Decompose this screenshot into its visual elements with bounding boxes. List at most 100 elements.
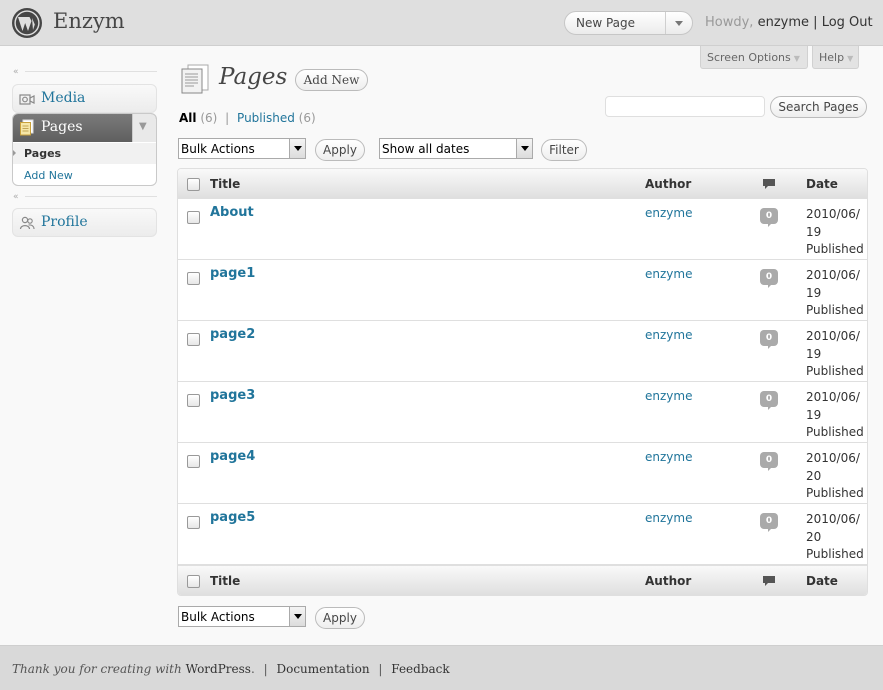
date-line: 2010/06/ — [806, 451, 860, 465]
admin-header: Enzym New Page Howdy, enzyme | Log Out — [0, 0, 883, 46]
select-all-checkbox[interactable] — [187, 178, 200, 191]
status-text: Published — [806, 242, 864, 256]
filter-button[interactable]: Filter — [541, 139, 587, 161]
comment-count-badge[interactable]: 0 — [760, 269, 778, 288]
dropdown-arrow-icon[interactable] — [289, 607, 305, 626]
table-row: About enzyme 0 2010/06/ 19 Published — [178, 199, 867, 260]
row-checkbox[interactable] — [187, 333, 200, 346]
bulk-actions-select[interactable]: Bulk Actions — [178, 138, 306, 159]
comment-count-badge[interactable]: 0 — [760, 330, 778, 349]
column-header-title[interactable]: Title — [210, 177, 240, 191]
page-title-link[interactable]: page1 — [210, 266, 255, 281]
logout-link[interactable]: Log Out — [822, 15, 873, 30]
row-checkbox[interactable] — [187, 516, 200, 529]
favorite-actions-dropdown[interactable]: New Page — [564, 11, 693, 35]
date-cell: 2010/06/ 19 Published — [806, 389, 866, 442]
page-title-link[interactable]: page2 — [210, 327, 255, 342]
submenu-toggle[interactable]: ▼ — [132, 114, 156, 142]
table-row: page3 enzyme 0 2010/06/ 19 Published — [178, 382, 867, 443]
column-header-date[interactable]: Date — [806, 574, 838, 588]
author-link[interactable]: enzyme — [645, 206, 692, 220]
collapse-arrows-icon[interactable]: « — [13, 67, 19, 77]
status-text: Published — [806, 547, 864, 561]
bulk-actions-value: Bulk Actions — [181, 142, 255, 156]
username-link[interactable]: enzyme — [758, 15, 809, 30]
current-item-marker — [13, 149, 16, 157]
page-title-link[interactable]: page3 — [210, 388, 255, 403]
dropdown-arrow-icon[interactable] — [289, 139, 305, 158]
search-input[interactable] — [605, 96, 765, 117]
menu-item-pages[interactable]: Pages ▼ Pages Add New — [12, 113, 157, 186]
column-header-date[interactable]: Date — [806, 177, 838, 191]
date-filter-select[interactable]: Show all dates — [379, 138, 533, 159]
apply-button-bottom[interactable]: Apply — [315, 607, 365, 629]
page-title-link[interactable]: About — [210, 205, 254, 220]
add-new-button[interactable]: Add New — [295, 69, 368, 91]
author-link[interactable]: enzyme — [645, 267, 692, 281]
apply-button[interactable]: Apply — [315, 139, 365, 161]
search-pages-button[interactable]: Search Pages — [770, 96, 867, 118]
comment-count-badge[interactable]: 0 — [760, 513, 778, 532]
footer-text: Thank you for creating with WordPress. |… — [12, 662, 450, 676]
date-filter-value: Show all dates — [382, 142, 470, 156]
date-line: 19 — [806, 346, 822, 361]
menu-separator[interactable]: « — [13, 192, 157, 202]
menu-item-profile[interactable]: Profile — [12, 208, 157, 237]
author-link[interactable]: enzyme — [645, 511, 692, 525]
footer-thanks: Thank you for creating with — [12, 662, 182, 676]
date-line: 2010/06/ — [806, 268, 860, 282]
chevron-down-icon[interactable] — [673, 16, 685, 30]
comment-count-badge[interactable]: 0 — [760, 391, 778, 410]
select-all-checkbox[interactable] — [187, 575, 200, 588]
help-toggle[interactable]: Help ▼ — [812, 46, 859, 69]
comment-bubble-icon[interactable] — [762, 178, 776, 190]
row-checkbox[interactable] — [187, 394, 200, 407]
favorite-action-new-page[interactable]: New Page — [576, 16, 635, 30]
row-checkbox[interactable] — [187, 455, 200, 468]
column-header-author: Author — [645, 574, 692, 588]
date-line: 2010/06/ — [806, 207, 860, 221]
media-icon — [19, 94, 35, 105]
separator-line — [25, 71, 157, 72]
filter-published-count: (6) — [298, 111, 316, 125]
submenu-item-pages[interactable]: Pages — [13, 143, 156, 164]
howdy-text: Howdy, — [705, 15, 754, 30]
submenu-item-add-new[interactable]: Add New — [13, 165, 156, 185]
wordpress-link[interactable]: WordPress — [186, 662, 251, 676]
site-title[interactable]: Enzym — [53, 9, 125, 33]
date-line: 2010/06/ — [806, 390, 860, 404]
date-line: 20 — [806, 468, 822, 483]
wordpress-logo-icon[interactable] — [11, 7, 43, 39]
dropdown-arrow-icon[interactable] — [516, 139, 532, 158]
comment-bubble-icon[interactable] — [762, 575, 776, 587]
screen-options-toggle[interactable]: Screen Options ▼ — [700, 46, 808, 69]
footer-separator: | — [263, 662, 268, 676]
comment-count-badge[interactable]: 0 — [760, 208, 778, 227]
bulk-actions-select-bottom[interactable]: Bulk Actions — [178, 606, 306, 627]
filter-all-link[interactable]: All — [179, 111, 197, 125]
page-title-link[interactable]: page5 — [210, 510, 255, 525]
comment-count-badge[interactable]: 0 — [760, 452, 778, 471]
date-line: 2010/06/ — [806, 329, 860, 343]
menu-item-media[interactable]: Media — [12, 84, 157, 113]
author-link[interactable]: enzyme — [645, 450, 692, 464]
menu-separator[interactable]: « — [13, 67, 157, 77]
feedback-link[interactable]: Feedback — [391, 662, 449, 676]
menu-label-media: Media — [41, 90, 86, 106]
page-title-link[interactable]: page4 — [210, 449, 255, 464]
row-checkbox[interactable] — [187, 211, 200, 224]
menu-pages-header[interactable]: Pages ▼ — [13, 114, 156, 142]
author-link[interactable]: enzyme — [645, 328, 692, 342]
date-line: 20 — [806, 529, 822, 544]
triangle-down-icon: ▼ — [847, 54, 854, 63]
documentation-link[interactable]: Documentation — [276, 662, 369, 676]
date-line: 19 — [806, 407, 822, 422]
author-link[interactable]: enzyme — [645, 389, 692, 403]
status-text: Published — [806, 364, 864, 378]
column-header-title[interactable]: Title — [210, 574, 240, 588]
filter-published-link[interactable]: Published — [237, 111, 295, 125]
row-checkbox[interactable] — [187, 272, 200, 285]
submenu-label-add-new[interactable]: Add New — [24, 169, 73, 182]
collapse-arrows-icon[interactable]: « — [13, 192, 19, 202]
status-filter-links: All (6) | Published (6) — [179, 111, 316, 125]
